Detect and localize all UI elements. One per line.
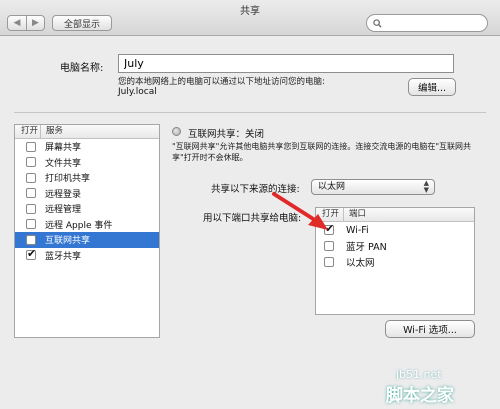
service-label: 文件共享 (45, 158, 82, 169)
sharing-status: 互联网共享：关闭 (188, 129, 265, 140)
service-checkbox[interactable] (26, 172, 36, 183)
network-address-hint: 您的本地网络上的电脑可以通过以下地址访问您的电脑: (118, 77, 325, 87)
port-item-bluetooth-pan[interactable]: 蓝牙 PAN (316, 238, 474, 254)
service-item-bluetooth-sharing[interactable]: 蓝牙共享 (15, 247, 159, 264)
nav-buttons: ◀ ▶ (7, 15, 45, 31)
back-button[interactable]: ◀ (8, 16, 26, 30)
edit-button[interactable]: 编辑... (408, 78, 456, 96)
service-label: 远程登录 (45, 189, 82, 200)
service-item-file-sharing[interactable]: 文件共享 (15, 155, 159, 171)
computer-name-field[interactable] (118, 54, 454, 73)
port-checkbox[interactable] (324, 257, 334, 267)
service-label: 互联网共享 (45, 236, 91, 247)
service-label: 蓝牙共享 (45, 251, 82, 262)
services-list: 打开 服务 屏幕共享 文件共享 打印机共享 远程登录 远程管理 远程 Apple… (14, 124, 160, 338)
popup-arrows-icon: ▲ ▼ (423, 179, 429, 194)
service-checkbox[interactable] (26, 203, 36, 214)
ports-list: 打开 端口 Wi-Fi 蓝牙 PAN 以太网 (315, 207, 475, 315)
forward-button[interactable]: ▶ (26, 16, 44, 30)
service-label: 远程 Apple 事件 (45, 220, 113, 231)
service-checkbox[interactable] (26, 141, 36, 152)
divider (14, 112, 486, 113)
service-item-remote-login[interactable]: 远程登录 (15, 186, 159, 202)
column-port[interactable]: 端口 (344, 208, 366, 221)
watermark-url: jb51.net (396, 368, 442, 381)
service-checkbox-checked[interactable] (26, 247, 36, 261)
red-arrow-annotation-icon (272, 192, 328, 230)
service-checkbox[interactable] (26, 219, 36, 230)
ports-header: 打开 端口 (316, 208, 474, 222)
service-checkbox[interactable] (26, 188, 36, 199)
service-checkbox[interactable] (26, 157, 36, 168)
service-item-remote-apple-events[interactable]: 远程 Apple 事件 (15, 217, 159, 233)
watermark-brand: 脚本之家 (386, 386, 454, 406)
service-item-remote-management[interactable]: 远程管理 (15, 201, 159, 217)
service-checkbox[interactable] (26, 234, 36, 245)
service-label: 打印机共享 (45, 174, 91, 185)
wifi-options-button[interactable]: Wi-Fi 选项... (385, 320, 475, 338)
search-field[interactable] (366, 14, 488, 32)
show-all-button[interactable]: 全部显示 (52, 15, 112, 31)
computer-name-label: 电脑名称: (60, 63, 104, 74)
port-item-wifi[interactable]: Wi-Fi (316, 222, 474, 238)
port-label: 以太网 (346, 258, 375, 269)
column-open[interactable]: 打开 (15, 125, 41, 138)
sharing-description: "互联网共享"允许其他电脑共享您到互联网的连接。连接交流电源的电脑在"互联网共享… (172, 142, 472, 162)
service-item-internet-sharing[interactable]: 互联网共享 (15, 232, 159, 248)
service-item-screen-sharing[interactable]: 屏幕共享 (15, 139, 159, 155)
service-label: 远程管理 (45, 205, 82, 216)
services-header: 打开 服务 (15, 125, 159, 139)
port-checkbox[interactable] (324, 241, 334, 251)
port-item-ethernet[interactable]: 以太网 (316, 254, 474, 270)
title-bar: 共享 ◀ ▶ 全部显示 (0, 0, 500, 36)
local-hostname: July.local (118, 87, 157, 97)
service-item-printer-sharing[interactable]: 打印机共享 (15, 170, 159, 186)
status-indicator-icon (172, 127, 181, 136)
search-input[interactable] (386, 18, 486, 28)
column-service[interactable]: 服务 (41, 125, 63, 138)
port-label: 蓝牙 PAN (346, 242, 387, 253)
search-icon (373, 18, 382, 28)
port-label: Wi-Fi (346, 224, 369, 236)
service-label: 屏幕共享 (45, 143, 82, 154)
